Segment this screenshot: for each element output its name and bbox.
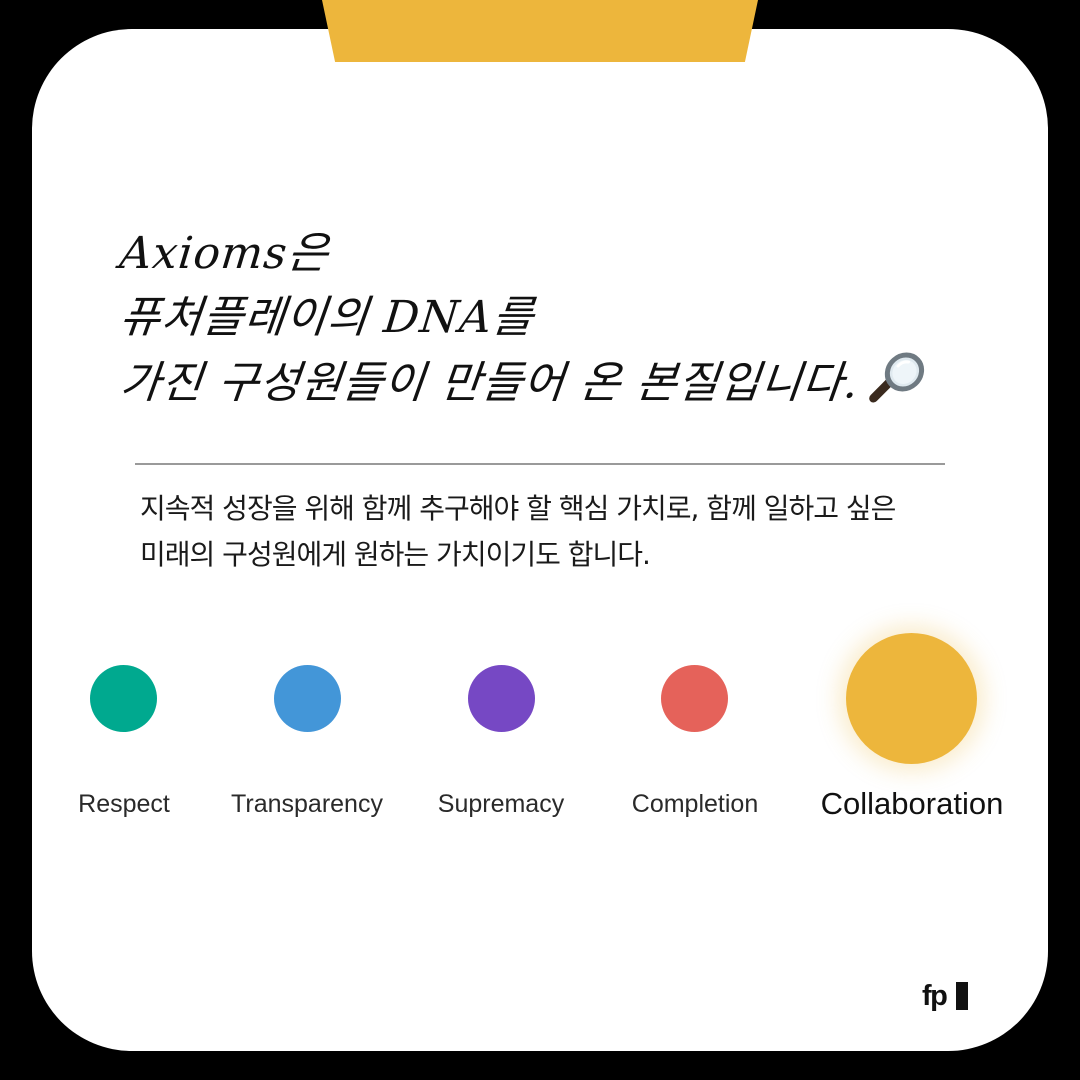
completion-dot (661, 665, 728, 732)
headline-line-1: Axioms은 (117, 228, 332, 279)
transparency-dot (274, 665, 341, 732)
transparency-label: Transparency (231, 790, 383, 818)
headline-line-2: 퓨처플레이의 DNA를 (117, 292, 537, 343)
description-line-2: 미래의 구성원에게 원하는 가치이기도 합니다. (140, 538, 651, 571)
magnifying-glass-icon (865, 350, 931, 422)
handwritten-headline: Axioms은 퓨처플레이의 DNA를 가진 구성원들이 만들어 온 본질입니다… (117, 222, 924, 422)
collaboration-label: Collaboration (820, 786, 1004, 821)
headline-line-3: 가진 구성원들이 만들어 온 본질입니다. (116, 350, 924, 422)
headline-line-3-text: 가진 구성원들이 만들어 온 본질입니다. (117, 357, 862, 409)
completion-label: Completion (631, 790, 759, 818)
collaboration-dot (846, 633, 977, 764)
top-tab-accent (322, 0, 758, 62)
futureplay-logo: fp (922, 979, 972, 1013)
logo-text: fp (922, 980, 947, 1012)
description-line-1: 지속적 성장을 위해 함께 추구해야 할 핵심 가치로, 함께 일하고 싶은 (140, 492, 896, 525)
respect-dot (90, 665, 157, 732)
respect-label: Respect (78, 790, 170, 818)
description-text: 지속적 성장을 위해 함께 추구해야 할 핵심 가치로, 함께 일하고 싶은 미… (140, 486, 960, 578)
supremacy-label: Supremacy (437, 790, 565, 818)
supremacy-dot (468, 665, 535, 732)
section-divider (135, 463, 945, 465)
slide-canvas: Axioms은 퓨처플레이의 DNA를 가진 구성원들이 만들어 온 본질입니다… (0, 0, 1080, 1080)
